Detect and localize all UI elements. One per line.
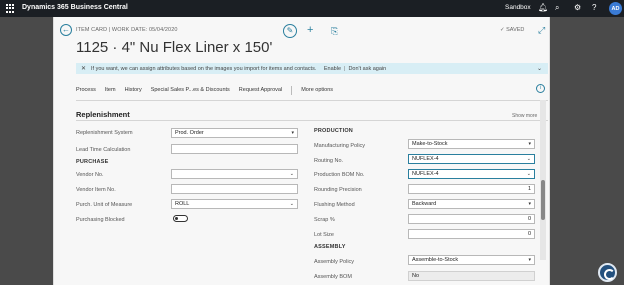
purchasing-blocked-toggle[interactable] bbox=[173, 215, 188, 222]
collapse-icon[interactable]: ⤢ bbox=[538, 24, 545, 36]
replenishment-system-label: Replenishment System bbox=[76, 130, 133, 136]
assembly-group-heading: ASSEMBLY bbox=[314, 244, 346, 250]
assembly-policy-select[interactable]: Assemble-to-Stock ▾ bbox=[408, 255, 535, 265]
chevron-down-icon[interactable]: ⌄ bbox=[537, 65, 542, 72]
vendor-no-select[interactable]: ⌄ bbox=[171, 169, 298, 179]
item-card: ← ITEM CARD | WORK DATE: 05/04/2020 1125… bbox=[53, 17, 550, 285]
purch-uom-label: Purch. Unit of Measure bbox=[76, 202, 133, 208]
assembly-bom-value: No bbox=[408, 271, 535, 281]
flushing-method-label: Flushing Method bbox=[314, 202, 355, 208]
vendor-item-no-label: Vendor Item No. bbox=[76, 187, 116, 193]
action-history[interactable]: History bbox=[125, 87, 142, 93]
dont-ask-link[interactable]: Don't ask again bbox=[348, 66, 386, 72]
purchasing-blocked-label: Purchasing Blocked bbox=[76, 217, 125, 223]
divider bbox=[76, 120, 548, 121]
attachment-icon[interactable]: ⎘ bbox=[331, 24, 338, 38]
purch-uom-value: ROLL bbox=[175, 201, 190, 207]
rounding-precision-input[interactable]: 1 bbox=[408, 184, 535, 194]
action-process[interactable]: Process bbox=[76, 87, 96, 93]
vendor-item-no-input[interactable] bbox=[171, 184, 298, 194]
lead-time-label: Lead Time Calculation bbox=[76, 147, 131, 153]
assembly-policy-label: Assembly Policy bbox=[314, 259, 355, 265]
action-special-sales-prices[interactable]: Special Sales P...es & Discounts bbox=[151, 87, 230, 93]
lot-size-label: Lot Size bbox=[314, 232, 334, 238]
lot-size-value: 0 bbox=[527, 231, 531, 237]
dropdown-icon: ⌄ bbox=[289, 171, 294, 177]
dropdown-icon: ▾ bbox=[528, 141, 531, 147]
rounding-precision-value: 1 bbox=[527, 186, 531, 192]
section-title[interactable]: Replenishment bbox=[76, 110, 130, 119]
scrap-value: 0 bbox=[527, 216, 531, 222]
chevron-down-icon: ⌄ bbox=[289, 201, 294, 207]
production-bom-no-label: Production BOM No. bbox=[314, 172, 365, 178]
manufacturing-policy-label: Manufacturing Policy bbox=[314, 143, 366, 149]
close-icon[interactable]: ✕ bbox=[81, 65, 86, 72]
action-item[interactable]: Item bbox=[105, 87, 116, 93]
lot-size-input[interactable]: 0 bbox=[408, 229, 535, 239]
app-launcher-icon[interactable] bbox=[6, 4, 15, 13]
assembly-policy-value: Assemble-to-Stock bbox=[412, 257, 459, 263]
saved-status: ✓ SAVED bbox=[500, 27, 525, 33]
flushing-method-value: Backward bbox=[412, 201, 437, 207]
action-request-approval[interactable]: Request Approval bbox=[239, 87, 282, 93]
more-options[interactable]: More options bbox=[301, 87, 333, 93]
toggle-knob bbox=[175, 217, 178, 220]
scrap-label: Scrap % bbox=[314, 217, 335, 223]
gear-icon[interactable]: ⚙ bbox=[574, 3, 581, 13]
search-icon[interactable]: ⌕ bbox=[555, 3, 559, 13]
action-bar: Process Item History Special Sales P...e… bbox=[76, 85, 342, 95]
scrap-input[interactable]: 0 bbox=[408, 214, 535, 224]
show-more-link[interactable]: Show more bbox=[512, 113, 537, 119]
avatar[interactable]: AD bbox=[609, 2, 622, 15]
edit-pencil-icon[interactable]: ✎ bbox=[283, 24, 297, 38]
production-bom-no-value: NUFLEX-4 bbox=[412, 171, 439, 177]
vendor-no-label: Vendor No. bbox=[76, 172, 104, 178]
corner-logo-icon bbox=[598, 263, 617, 282]
lead-time-input[interactable] bbox=[171, 144, 298, 154]
flushing-method-select[interactable]: Backward ▾ bbox=[408, 199, 535, 209]
top-app-bar: Dynamics 365 Business Central Sandbox 🔔︎… bbox=[0, 0, 624, 17]
help-icon[interactable]: ? bbox=[592, 3, 596, 13]
dropdown-icon: ▾ bbox=[528, 257, 531, 263]
replenishment-system-value: Prod. Order bbox=[175, 130, 204, 136]
add-icon[interactable]: + bbox=[307, 23, 313, 37]
purch-uom-select[interactable]: ROLL ⌄ bbox=[171, 199, 298, 209]
routing-no-label: Routing No. bbox=[314, 158, 344, 164]
routing-no-value: NUFLEX-4 bbox=[412, 156, 439, 162]
divider bbox=[76, 100, 548, 101]
chevron-down-icon: ⌄ bbox=[526, 171, 531, 177]
app-title[interactable]: Dynamics 365 Business Central bbox=[22, 4, 128, 11]
action-divider bbox=[291, 85, 293, 95]
chevron-down-icon: ⌄ bbox=[526, 156, 531, 162]
bell-icon[interactable]: 🔔︎ bbox=[538, 3, 548, 13]
info-icon[interactable]: i bbox=[536, 84, 545, 93]
purchase-group-heading: PURCHASE bbox=[76, 159, 109, 165]
page-title: 1125 · 4" Nu Flex Liner x 150' bbox=[76, 39, 273, 56]
notification-message: If you want, we can assign attributes ba… bbox=[91, 65, 317, 72]
back-arrow-icon[interactable]: ← bbox=[60, 24, 72, 36]
assembly-bom-label: Assembly BOM bbox=[314, 274, 352, 280]
environment-label: Sandbox bbox=[505, 4, 531, 11]
dropdown-icon: ▾ bbox=[528, 201, 531, 207]
replenishment-system-select[interactable]: Prod. Order ▾ bbox=[171, 128, 298, 138]
manufacturing-policy-value: Make-to-Stock bbox=[412, 141, 448, 147]
enable-link[interactable]: Enable bbox=[324, 66, 341, 72]
production-bom-no-select[interactable]: NUFLEX-4 ⌄ bbox=[408, 169, 535, 179]
rounding-precision-label: Rounding Precision bbox=[314, 187, 362, 193]
production-group-heading: PRODUCTION bbox=[314, 128, 353, 134]
manufacturing-policy-select[interactable]: Make-to-Stock ▾ bbox=[408, 139, 535, 149]
notification-bar: ✕ If you want, we can assign attributes … bbox=[76, 63, 548, 74]
scrollbar-thumb[interactable] bbox=[541, 180, 545, 220]
dropdown-icon: ▾ bbox=[291, 130, 294, 136]
routing-no-select[interactable]: NUFLEX-4 ⌄ bbox=[408, 154, 535, 164]
breadcrumb: ITEM CARD | WORK DATE: 05/04/2020 bbox=[76, 27, 178, 33]
